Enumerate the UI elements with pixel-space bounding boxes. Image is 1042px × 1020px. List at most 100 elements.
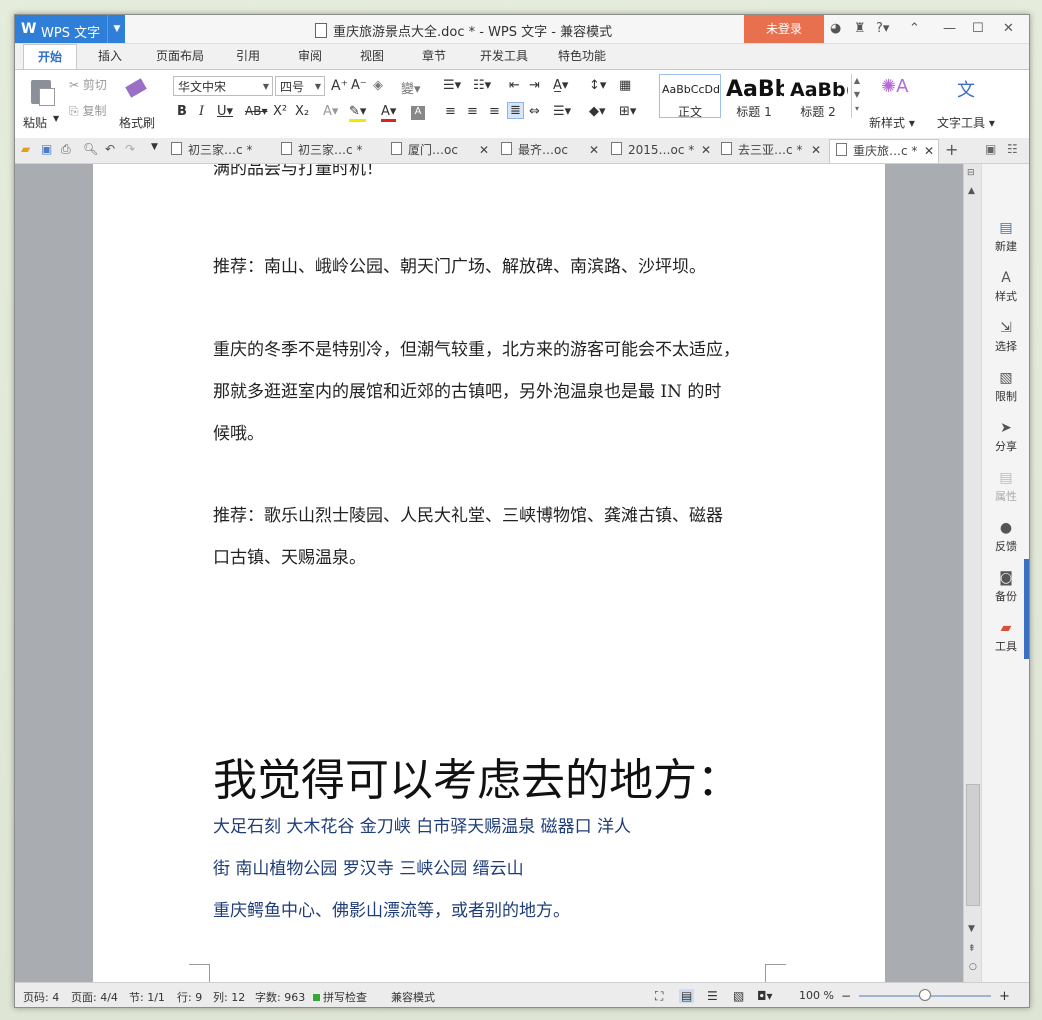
text-tools-button[interactable]: 文字工具 ▾ (937, 114, 995, 131)
app-menu-button[interactable]: W WPS 文字 ▼ (15, 15, 125, 43)
file-tab[interactable]: 厦门…oc ✕ (391, 139, 495, 162)
shirt-icon[interactable]: ♜ (854, 21, 866, 36)
tab-insert[interactable]: 插入 (89, 44, 131, 69)
decrease-indent-icon[interactable]: ⇤ (509, 78, 520, 93)
paste-button[interactable] (27, 76, 59, 106)
table-icon[interactable]: ▦ (619, 78, 631, 93)
properties-button[interactable]: ▤ 属性 (982, 470, 1029, 504)
line-spacing-icon[interactable]: ☰▾ (553, 104, 571, 119)
tab-references[interactable]: 引用 (227, 44, 269, 69)
align-right-icon[interactable]: ≡ (489, 104, 500, 119)
border-icon[interactable]: ⊞▾ (619, 104, 636, 119)
tools-button[interactable]: ▰ 工具 (982, 620, 1029, 654)
feedback-button[interactable]: ● 反馈 (982, 520, 1029, 554)
file-tab[interactable]: 2015…oc * ✕ (611, 139, 715, 162)
tab-review[interactable]: 审阅 (289, 44, 331, 69)
reading-view-icon[interactable]: ◘▾ (757, 989, 773, 1003)
prev-page-icon[interactable]: ⇞ (968, 944, 976, 954)
justify-icon[interactable]: ≣ (507, 102, 524, 119)
zoom-level[interactable]: 100 % (799, 989, 834, 1002)
text-direction-icon[interactable]: A̲▾ (553, 78, 568, 93)
new-tab-icon[interactable]: + (945, 140, 958, 159)
new-style-button[interactable]: 新样式 ▾ (869, 114, 915, 131)
strikethrough-icon[interactable]: AB▾ (245, 104, 267, 118)
spell-check[interactable]: 拼写检查 (313, 989, 367, 1005)
file-tab[interactable]: 最齐…oc ✕ (501, 139, 605, 162)
scroll-down-icon[interactable]: ▼ (968, 924, 975, 934)
style-heading-1[interactable]: AaBb 标题 1 (723, 74, 785, 118)
file-tab-active[interactable]: 重庆旅…c * ✕ (829, 139, 939, 163)
distribute-icon[interactable]: ⇔ (529, 104, 540, 119)
close-tab-icon[interactable]: ✕ (811, 139, 821, 162)
close-icon[interactable]: ✕ (1003, 21, 1014, 36)
outline-view-icon[interactable]: ☰ (707, 989, 718, 1003)
minimize-icon[interactable]: — (943, 21, 956, 36)
scroll-thumb[interactable] (966, 784, 980, 906)
browse-object-icon[interactable]: ○ (969, 962, 977, 972)
backup-button[interactable]: ◙ 备份 (982, 570, 1029, 604)
close-tab-icon[interactable]: ✕ (479, 139, 489, 162)
scroll-up-icon[interactable]: ▲ (968, 186, 975, 196)
grow-font-icon[interactable]: A⁺ (331, 78, 348, 94)
vertical-scrollbar[interactable]: ⊟ ▲ ▼ ⇞ ○ (963, 164, 982, 982)
zoom-slider-handle[interactable] (919, 989, 931, 1001)
superscript-icon[interactable]: X² (273, 104, 287, 119)
tab-list-icon[interactable]: ▣ (985, 142, 996, 156)
zoom-in-icon[interactable]: + (999, 989, 1010, 1004)
zoom-out-icon[interactable]: − (841, 989, 851, 1003)
style-normal[interactable]: AaBbCcDd 正文 (659, 74, 721, 118)
close-tab-icon[interactable]: ✕ (924, 140, 934, 163)
font-color-icon[interactable]: A▾ (381, 104, 397, 122)
align-left-icon[interactable]: ≡ (445, 104, 456, 119)
restrict-button[interactable]: ▧ 限制 (982, 370, 1029, 404)
underline-icon[interactable]: U▾ (217, 104, 233, 119)
page-view-icon[interactable]: ▤ (679, 989, 695, 1003)
word-count[interactable]: 字数: 963 (255, 989, 305, 1005)
close-tab-icon[interactable]: ✕ (701, 139, 711, 162)
new-style-icon[interactable]: ✺A (881, 76, 908, 97)
styles-button[interactable]: A 样式 (982, 270, 1029, 304)
fill-color-icon[interactable]: ◆▾ (589, 104, 606, 119)
web-view-icon[interactable]: ▧ (733, 989, 744, 1003)
highlight-icon[interactable]: ✎▾ (349, 104, 367, 122)
quick-access-dropdown[interactable]: ▼ (151, 142, 158, 152)
help-icon[interactable]: ?▾ (876, 21, 889, 36)
file-tab[interactable]: 初三家…c * (281, 139, 385, 162)
phonetic-icon[interactable]: 變▾ (401, 78, 421, 97)
close-tab-icon[interactable]: ✕ (589, 139, 599, 162)
copy-button[interactable]: ⎘ 复制 (69, 102, 106, 119)
style-gallery-scroll[interactable]: ▲ ▼ ▾ (851, 74, 862, 118)
collapse-ribbon-icon[interactable]: ⌃ (909, 21, 920, 36)
style-heading-2[interactable]: AaBb( 标题 2 (787, 74, 849, 118)
tab-home[interactable]: 开始 (23, 44, 77, 70)
print-preview-icon[interactable]: 🔍︎ (83, 142, 98, 156)
tab-page-layout[interactable]: 页面布局 (149, 44, 211, 69)
font-name-select[interactable]: 华文中宋 ▼ (173, 76, 273, 96)
skin-icon[interactable]: ◕ (830, 21, 841, 36)
numbered-list-icon[interactable]: ☷▾ (473, 78, 491, 93)
font-size-select[interactable]: 四号 ▼ (275, 76, 325, 96)
open-icon[interactable]: ▰ (21, 142, 30, 156)
login-button[interactable]: 未登录 (744, 15, 824, 43)
select-button[interactable]: ⇲ 选择 (982, 320, 1029, 354)
maximize-icon[interactable]: ☐ (972, 21, 984, 36)
subscript-icon[interactable]: X₂ (295, 104, 309, 119)
shrink-font-icon[interactable]: A⁻ (351, 78, 367, 93)
cut-button[interactable]: ✂ 剪切 (69, 76, 107, 93)
panel-expander[interactable] (1024, 559, 1029, 659)
sort-icon[interactable]: ↕▾ (589, 78, 606, 93)
italic-icon[interactable]: I (199, 104, 204, 119)
fullscreen-icon[interactable]: ⛶ (655, 989, 663, 1004)
tab-developer[interactable]: 开发工具 (473, 44, 535, 69)
tab-menu-icon[interactable]: ☷ (1007, 142, 1018, 156)
text-tools-icon[interactable]: 文 (957, 76, 975, 102)
redo-icon[interactable]: ↷ (125, 142, 135, 156)
file-tab[interactable]: 初三家…c * (171, 139, 275, 162)
save-icon[interactable]: ▣ (41, 142, 52, 156)
bold-icon[interactable]: B (177, 104, 187, 119)
undo-icon[interactable]: ↶ (105, 142, 115, 156)
increase-indent-icon[interactable]: ⇥ (529, 78, 540, 93)
print-icon[interactable]: ⎙ (61, 142, 71, 157)
tab-view[interactable]: 视图 (351, 44, 393, 69)
file-tab[interactable]: 去三亚…c * ✕ (721, 139, 825, 162)
